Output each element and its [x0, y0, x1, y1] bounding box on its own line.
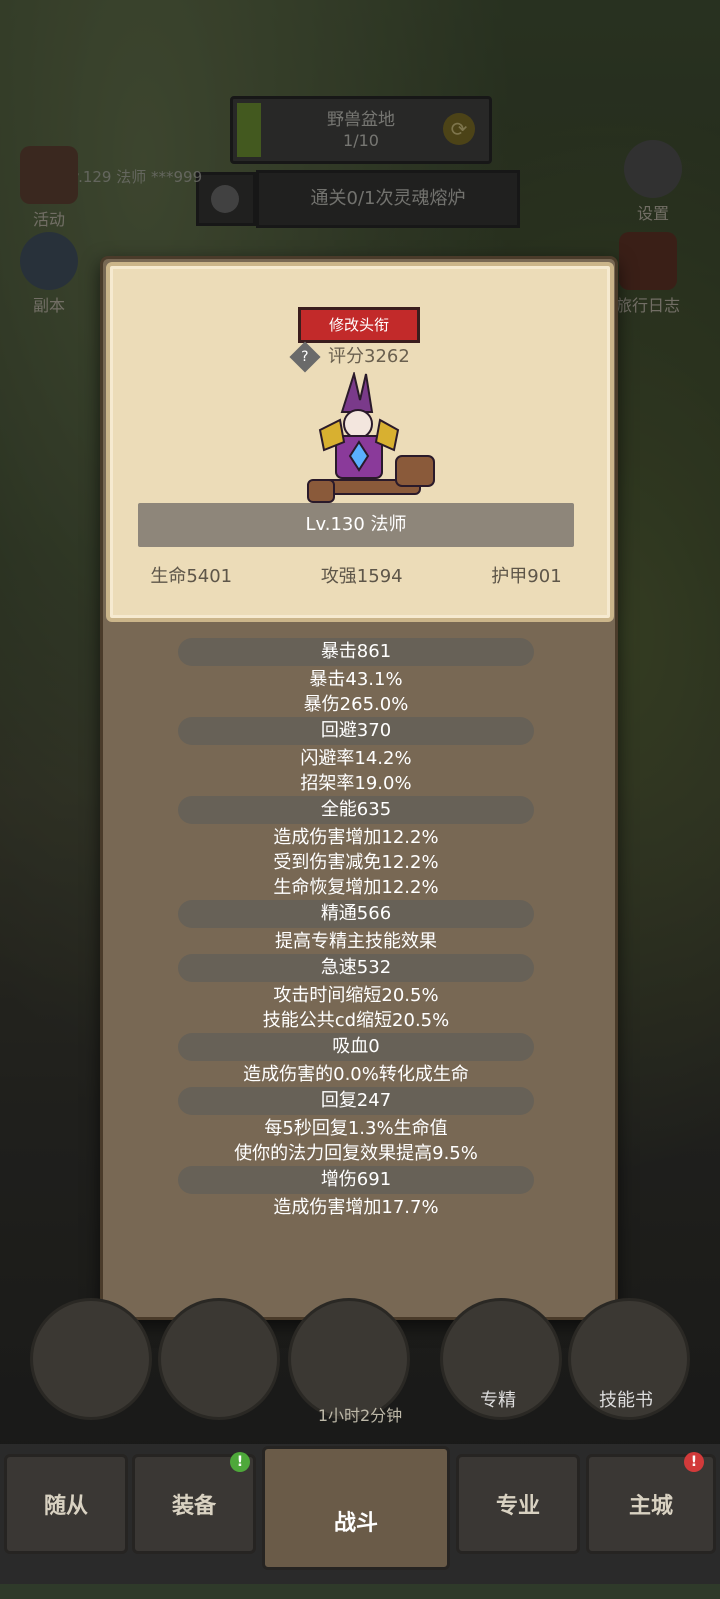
- character-avatar: [307, 372, 435, 503]
- stat-dodge-header: 回避370: [178, 717, 534, 745]
- stat-crit-header: 暴击861: [178, 638, 534, 666]
- stat-line: 攻击时间缩短20.5%: [273, 985, 439, 1006]
- score-display: ? 评分3262: [289, 341, 410, 373]
- stat-mastery-header: 精通566: [178, 900, 534, 928]
- armor-stat: 护甲901: [491, 566, 562, 587]
- tab-followers[interactable]: 随从: [4, 1454, 128, 1554]
- specialization-label: 专精: [480, 1390, 516, 1411]
- notification-dot-equipment: !: [230, 1452, 250, 1472]
- help-icon[interactable]: ?: [289, 341, 321, 373]
- hp-stat: 生命5401: [150, 566, 233, 587]
- stat-line: 受到伤害减免12.2%: [273, 852, 439, 873]
- stat-line: 造成伤害增加17.7%: [273, 1197, 439, 1218]
- rename-title-button[interactable]: 修改头衔: [298, 307, 420, 343]
- stat-line: 造成伤害的0.0%转化成生命: [243, 1064, 469, 1085]
- stat-line: 每5秒回复1.3%生命值: [264, 1118, 448, 1139]
- stat-line: 使你的法力回复效果提高9.5%: [234, 1143, 478, 1164]
- stat-regen-header: 回复247: [178, 1087, 534, 1115]
- level-class-banner: Lv.130 法师: [138, 503, 574, 547]
- food-button[interactable]: [158, 1298, 280, 1420]
- stat-line: 造成伤害增加12.2%: [273, 827, 439, 848]
- stat-line: 闪避率14.2%: [300, 748, 412, 769]
- potion-button[interactable]: [30, 1298, 152, 1420]
- stat-line: 暴击43.1%: [309, 669, 403, 690]
- stat-line: 生命恢复增加12.2%: [273, 877, 439, 898]
- base-stats-row: 生命5401 攻强1594 护甲901: [106, 562, 606, 592]
- score-text: 评分3262: [328, 346, 410, 367]
- attack-stat: 攻强1594: [320, 566, 403, 587]
- stat-line: 技能公共cd缩短20.5%: [262, 1010, 450, 1031]
- stat-line: 招架率19.0%: [300, 773, 412, 794]
- stat-leech-header: 吸血0: [178, 1033, 534, 1061]
- stat-damage-bonus-header: 增伤691: [178, 1166, 534, 1194]
- secondary-stats-list: 暴击861 暴击43.1% 暴伤265.0% 回避370 闪避率14.2% 招架…: [178, 638, 534, 1220]
- tab-battle[interactable]: 战斗: [262, 1446, 450, 1570]
- stat-versatility-header: 全能635: [178, 796, 534, 824]
- chest-timer: 1小时2分钟: [317, 1406, 403, 1425]
- stat-haste-header: 急速532: [178, 954, 534, 982]
- tab-profession[interactable]: 专业: [456, 1454, 580, 1554]
- notification-dot-main-city: !: [684, 1452, 704, 1472]
- stat-line: 暴伤265.0%: [303, 694, 409, 715]
- stat-line: 提高专精主技能效果: [275, 931, 437, 952]
- skill-book-label: 技能书: [599, 1390, 653, 1411]
